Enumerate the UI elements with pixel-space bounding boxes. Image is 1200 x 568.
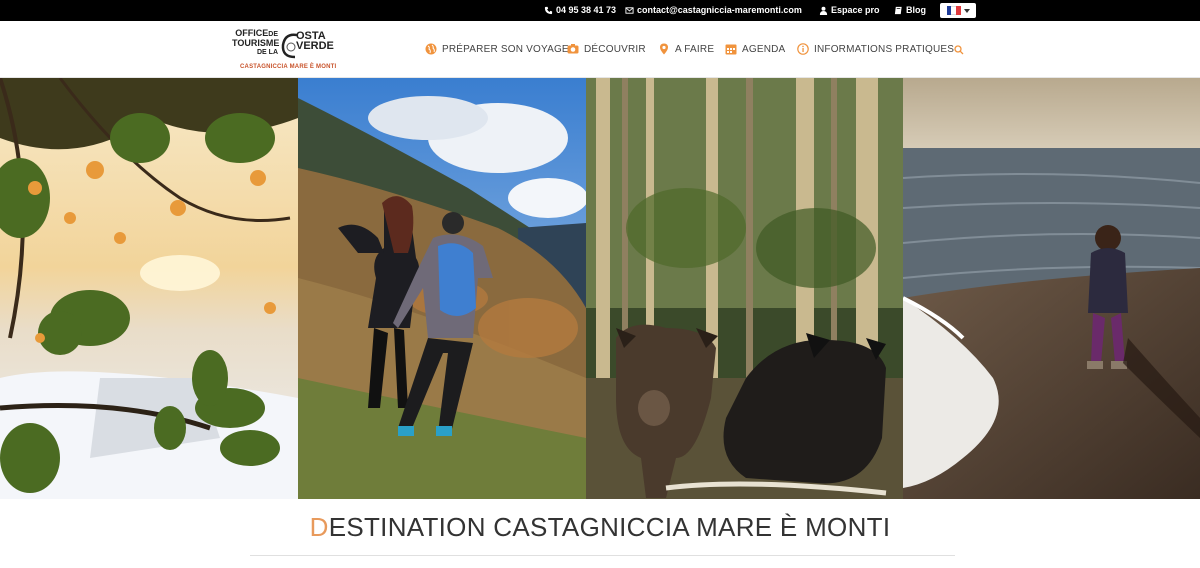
hero-banner: [0, 78, 1200, 499]
nav-label: PRÉPARER SON VOYAGE: [442, 43, 569, 55]
nav-label: AGENDA: [742, 43, 786, 55]
logo-subtitle: CASTAGNICCIA MARE È MONTI: [240, 64, 337, 70]
camera-icon: [567, 44, 579, 54]
phone-text: 04 95 38 41 73: [556, 5, 617, 15]
title-rest: ESTINATION CASTAGNICCIA MARE È MONTI: [328, 512, 891, 542]
logo-costa-verde: OSTA VERDE: [296, 30, 334, 52]
search-icon[interactable]: [954, 45, 964, 55]
hikers-mountain-photo: [298, 78, 586, 499]
envelope-icon: [625, 6, 634, 14]
page-title: DESTINATION CASTAGNICCIA MARE È MONTI: [0, 512, 1200, 543]
nav-item-decouvrir[interactable]: DÉCOUVRIR: [567, 43, 646, 55]
email-text: contact@castagniccia-maremonti.com: [637, 5, 802, 15]
email-link[interactable]: contact@castagniccia-maremonti.com: [625, 5, 802, 15]
citrus-snow-photo: [0, 78, 298, 499]
phone-icon: [544, 6, 553, 14]
wild-boars-forest-photo: [586, 78, 903, 499]
globe-icon: [425, 43, 437, 55]
chevron-down-icon: [963, 8, 970, 13]
site-logo[interactable]: OFFICEDE TOURISME DE LA OSTA VERDE CASTAG…: [232, 29, 336, 73]
user-icon: [819, 6, 828, 15]
espace-pro-text: Espace pro: [831, 5, 880, 15]
nav-item-informations[interactable]: INFORMATIONS PRATIQUES: [797, 43, 954, 55]
map-pin-icon: [660, 43, 668, 55]
book-icon: [894, 6, 902, 14]
top-bar: 04 95 38 41 73 contact@castagniccia-mare…: [0, 0, 1200, 21]
language-selector[interactable]: [940, 3, 976, 18]
nav-item-agenda[interactable]: AGENDA: [725, 43, 785, 55]
info-icon: [797, 43, 809, 55]
nav-label: INFORMATIONS PRATIQUES: [814, 43, 955, 55]
nav-item-preparer[interactable]: PRÉPARER SON VOYAGE: [425, 43, 569, 55]
title-first-letter: D: [309, 512, 329, 542]
phone-link[interactable]: 04 95 38 41 73: [544, 5, 616, 15]
blog-link[interactable]: Blog: [894, 5, 926, 15]
french-flag-icon: [946, 6, 961, 15]
site-header: OFFICEDE TOURISME DE LA OSTA VERDE CASTAG…: [0, 21, 1200, 78]
espace-pro-link[interactable]: Espace pro: [819, 5, 880, 15]
blog-text: Blog: [906, 5, 926, 15]
calendar-icon: [725, 44, 737, 55]
nav-item-a-faire[interactable]: A FAIRE: [658, 43, 714, 55]
title-divider: [250, 555, 955, 556]
child-beach-photo: [903, 78, 1200, 499]
nav-label: DÉCOUVRIR: [584, 43, 646, 55]
nav-label: A FAIRE: [675, 43, 715, 55]
logo-text: OFFICEDE TOURISME DE LA: [232, 28, 280, 57]
